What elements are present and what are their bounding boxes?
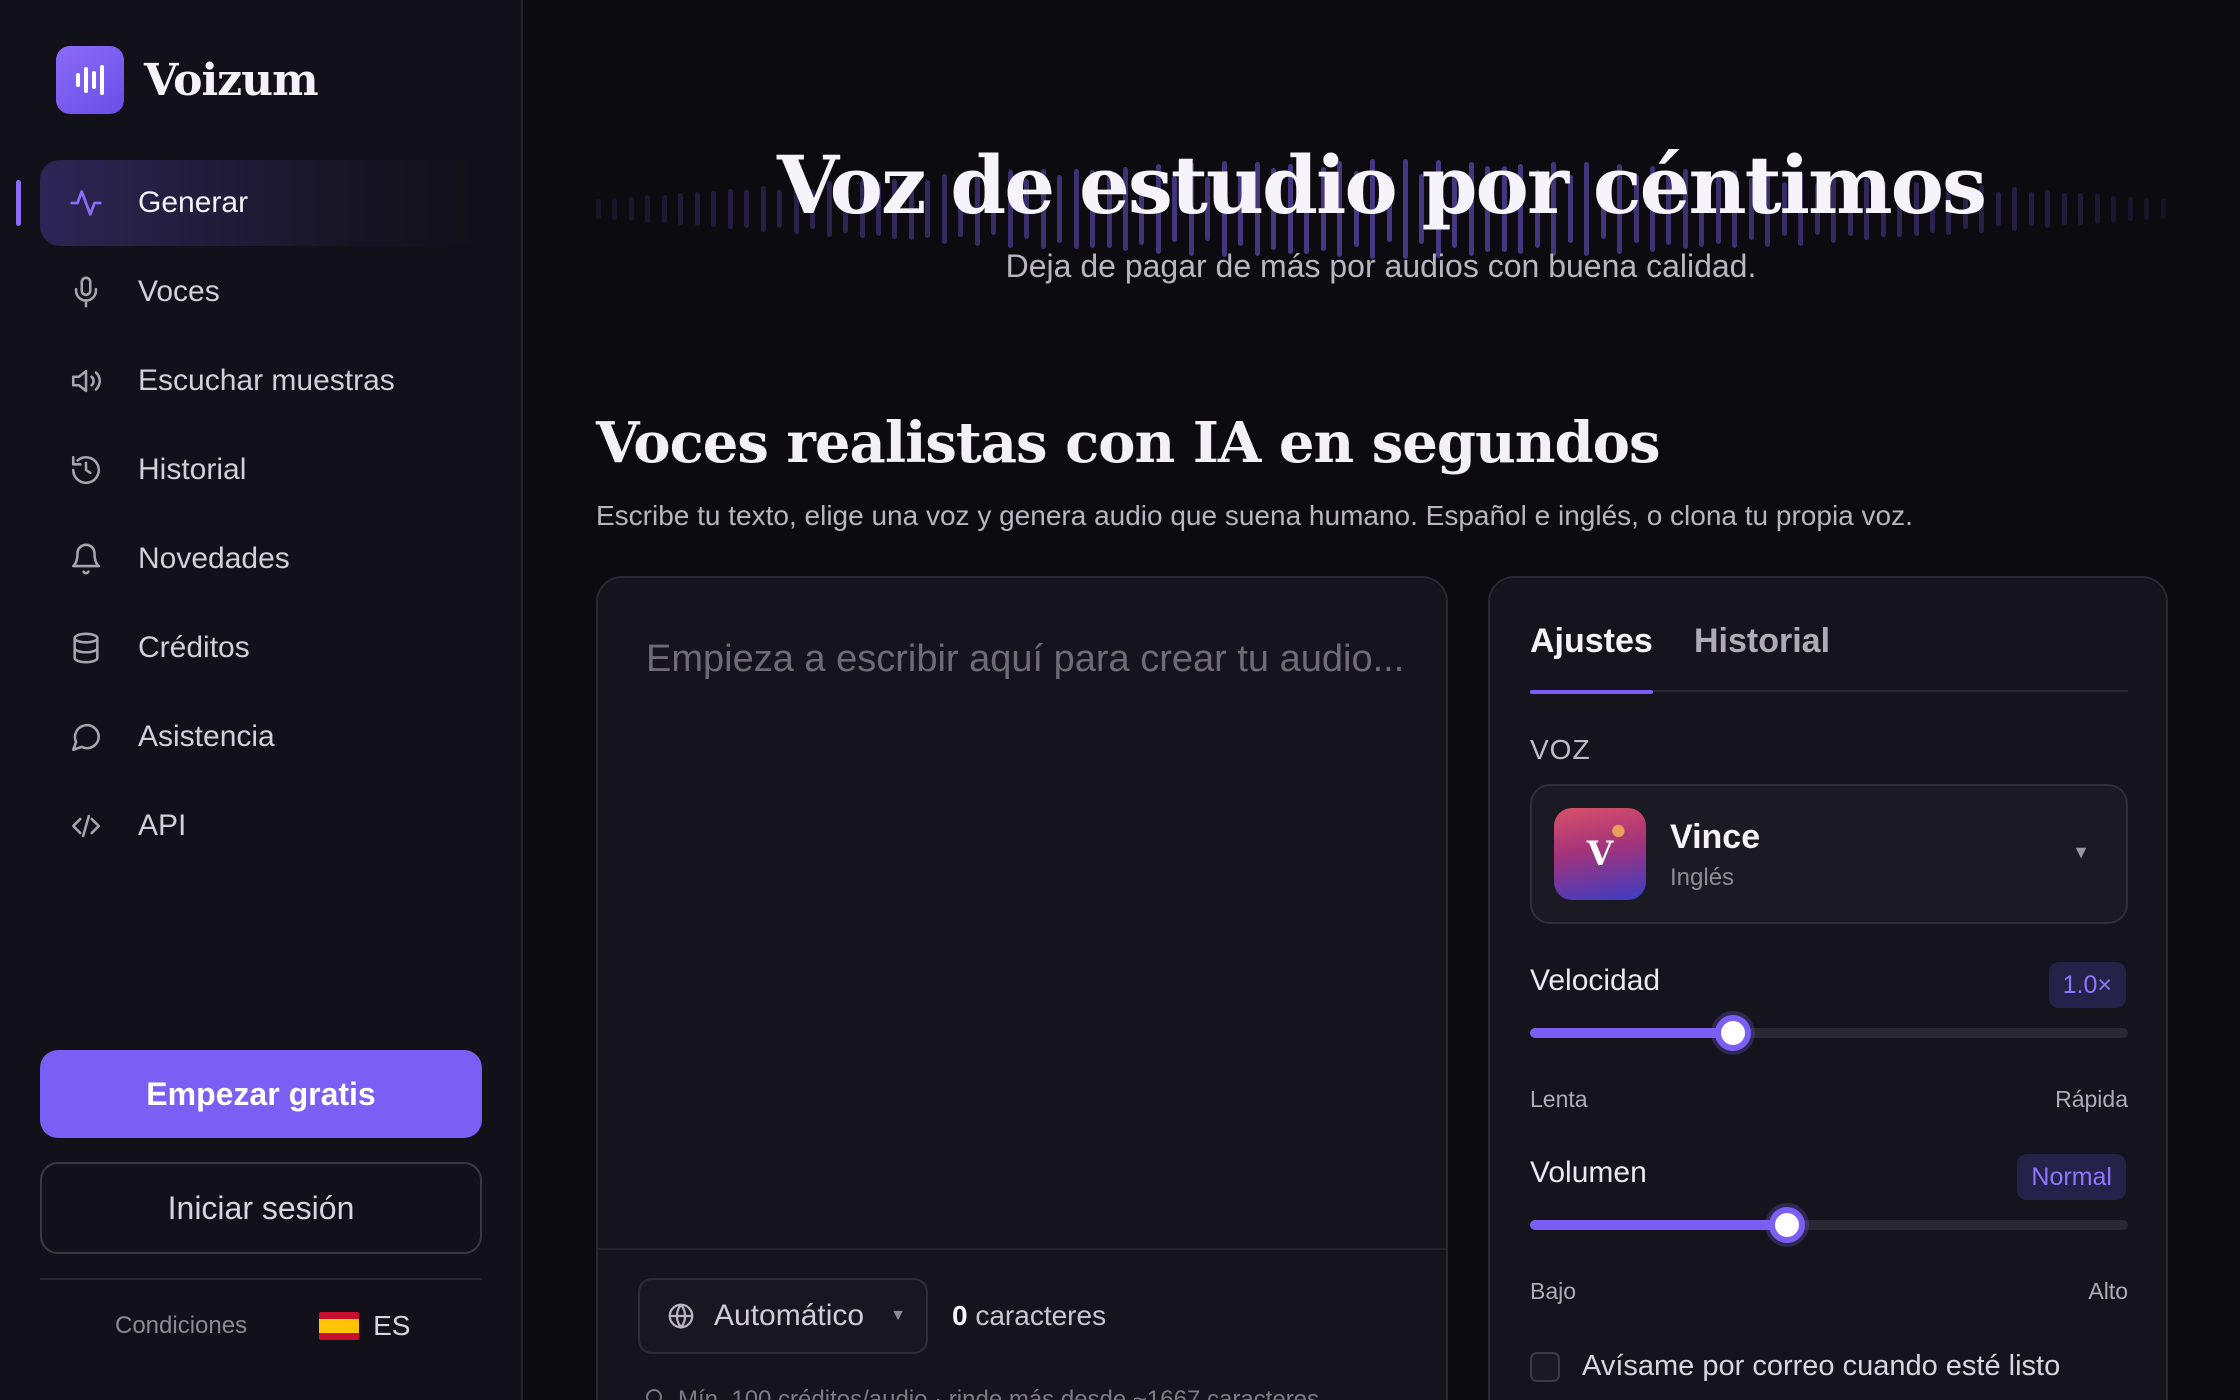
divider xyxy=(598,1248,1446,1250)
language-select[interactable]: Automático ▼ xyxy=(638,1278,928,1354)
bell-icon xyxy=(66,539,106,579)
divider xyxy=(40,1278,482,1280)
sidebar-item-generar[interactable]: Generar xyxy=(16,160,482,246)
code-icon xyxy=(66,806,106,846)
waveform-logo-icon xyxy=(56,46,124,114)
speed-slider-thumb[interactable] xyxy=(1715,1015,1752,1051)
spain-flag-icon xyxy=(319,1312,360,1340)
email-notify-option[interactable]: Avísame por correo cuando esté listo xyxy=(1530,1350,2060,1383)
email-notify-checkbox[interactable] xyxy=(1530,1351,1560,1382)
sidebar: Voizum Generar Voces Escuchar muestras H… xyxy=(0,0,523,1400)
credits-hint: Mín. 100 créditos/audio · rinde más desd… xyxy=(642,1386,1326,1400)
section-subtitle: Escribe tu texto, elige una voz y genera… xyxy=(596,500,1913,531)
globe-icon xyxy=(666,1301,696,1331)
sidebar-item-creditos[interactable]: Créditos xyxy=(40,605,482,691)
volume-slider-thumb[interactable] xyxy=(1769,1207,1806,1243)
start-free-button[interactable]: Empezar gratis xyxy=(40,1050,482,1138)
microphone-icon xyxy=(66,272,106,312)
volume-max-label: Alto xyxy=(2088,1278,2128,1304)
language-code: ES xyxy=(373,1310,411,1341)
sidebar-item-label: Escuchar muestras xyxy=(138,364,395,397)
database-icon xyxy=(66,628,106,668)
sidebar-item-label: API xyxy=(138,809,187,842)
sidebar-item-label: Asistencia xyxy=(138,720,275,753)
voice-avatar: V xyxy=(1554,808,1646,900)
history-icon xyxy=(66,450,106,490)
speed-max-label: Rápida xyxy=(2055,1086,2128,1112)
terms-link[interactable]: Condiciones xyxy=(115,1312,247,1340)
sidebar-item-novedades[interactable]: Novedades xyxy=(40,516,482,602)
sidebar-item-label: Generar xyxy=(138,186,249,219)
sidebar-item-label: Voces xyxy=(138,275,220,308)
char-counter: 0 caracteres xyxy=(952,1300,1106,1332)
speed-value-badge: 1.0× xyxy=(2048,962,2126,1008)
chevron-down-icon: ▼ xyxy=(2072,842,2090,862)
char-count-label: caracteres xyxy=(975,1300,1107,1331)
char-count-value: 0 xyxy=(952,1300,968,1331)
language-switcher[interactable]: ES xyxy=(319,1310,410,1342)
credits-hint-text: Mín. 100 créditos/audio · rinde más desd… xyxy=(678,1386,1326,1400)
script-textarea[interactable] xyxy=(646,628,1406,1188)
sidebar-item-label: Historial xyxy=(138,453,247,486)
chevron-down-icon: ▼ xyxy=(890,1307,906,1324)
activity-icon xyxy=(66,183,106,223)
speed-slider[interactable] xyxy=(1530,1015,2128,1051)
voice-section-label: VOZ xyxy=(1530,734,1591,765)
speed-slider-fill xyxy=(1530,1028,1734,1038)
hero-subtitle: Deja de pagar de más por audios con buen… xyxy=(1005,248,1757,284)
sidebar-item-escuchar-muestras[interactable]: Escuchar muestras xyxy=(40,338,482,424)
sidebar-item-api[interactable]: API xyxy=(40,783,482,869)
section-title: Voces realistas con IA en segundos xyxy=(596,410,1660,476)
tab-historial[interactable]: Historial xyxy=(1694,622,1830,692)
speed-scale: Lenta Rápida xyxy=(1530,1086,2128,1113)
volume-value-badge: Normal xyxy=(2017,1154,2126,1200)
speed-label: Velocidad xyxy=(1530,964,1661,997)
volume-scale: Bajo Alto xyxy=(1530,1278,2128,1305)
volume-label: Volumen xyxy=(1530,1156,1647,1189)
brand[interactable]: Voizum xyxy=(56,46,319,114)
voice-selector[interactable]: V Vince Inglés ▼ xyxy=(1530,784,2128,924)
hero-title: Voz de estudio por céntimos xyxy=(776,138,1987,232)
speed-min-label: Lenta xyxy=(1530,1086,1588,1112)
language-select-value: Automático xyxy=(714,1299,865,1332)
brand-name: Voizum xyxy=(144,54,319,106)
volume-slider[interactable] xyxy=(1530,1207,2128,1243)
login-button[interactable]: Iniciar sesión xyxy=(40,1162,482,1254)
settings-tabs: Ajustes Historial xyxy=(1530,622,2128,694)
settings-panel: Ajustes Historial VOZ V Vince Inglés ▼ V… xyxy=(1488,576,2168,1400)
email-notify-label: Avísame por correo cuando esté listo xyxy=(1582,1350,2061,1382)
text-editor-card: Automático ▼ 0 caracteres Mín. 100 crédi… xyxy=(596,576,1448,1400)
volume-min-label: Bajo xyxy=(1530,1278,1577,1304)
volume-slider-fill xyxy=(1530,1220,1788,1230)
lightbulb-icon xyxy=(642,1388,666,1400)
sidebar-nav: Generar Voces Escuchar muestras Historia… xyxy=(16,160,482,872)
tab-ajustes[interactable]: Ajustes xyxy=(1530,622,1653,694)
sidebar-item-asistencia[interactable]: Asistencia xyxy=(40,694,482,780)
chat-icon xyxy=(66,717,106,757)
sidebar-item-label: Créditos xyxy=(138,631,250,664)
sidebar-item-historial[interactable]: Historial xyxy=(40,427,482,513)
speaker-icon xyxy=(66,361,106,401)
sidebar-item-voces[interactable]: Voces xyxy=(40,249,482,335)
voice-name: Vince xyxy=(1670,818,1761,856)
hero: Voz de estudio por céntimos Deja de paga… xyxy=(596,130,2166,290)
voice-language: Inglés xyxy=(1670,864,1735,891)
sidebar-footer: Condiciones ES xyxy=(115,1310,410,1342)
sidebar-item-label: Novedades xyxy=(138,542,290,575)
